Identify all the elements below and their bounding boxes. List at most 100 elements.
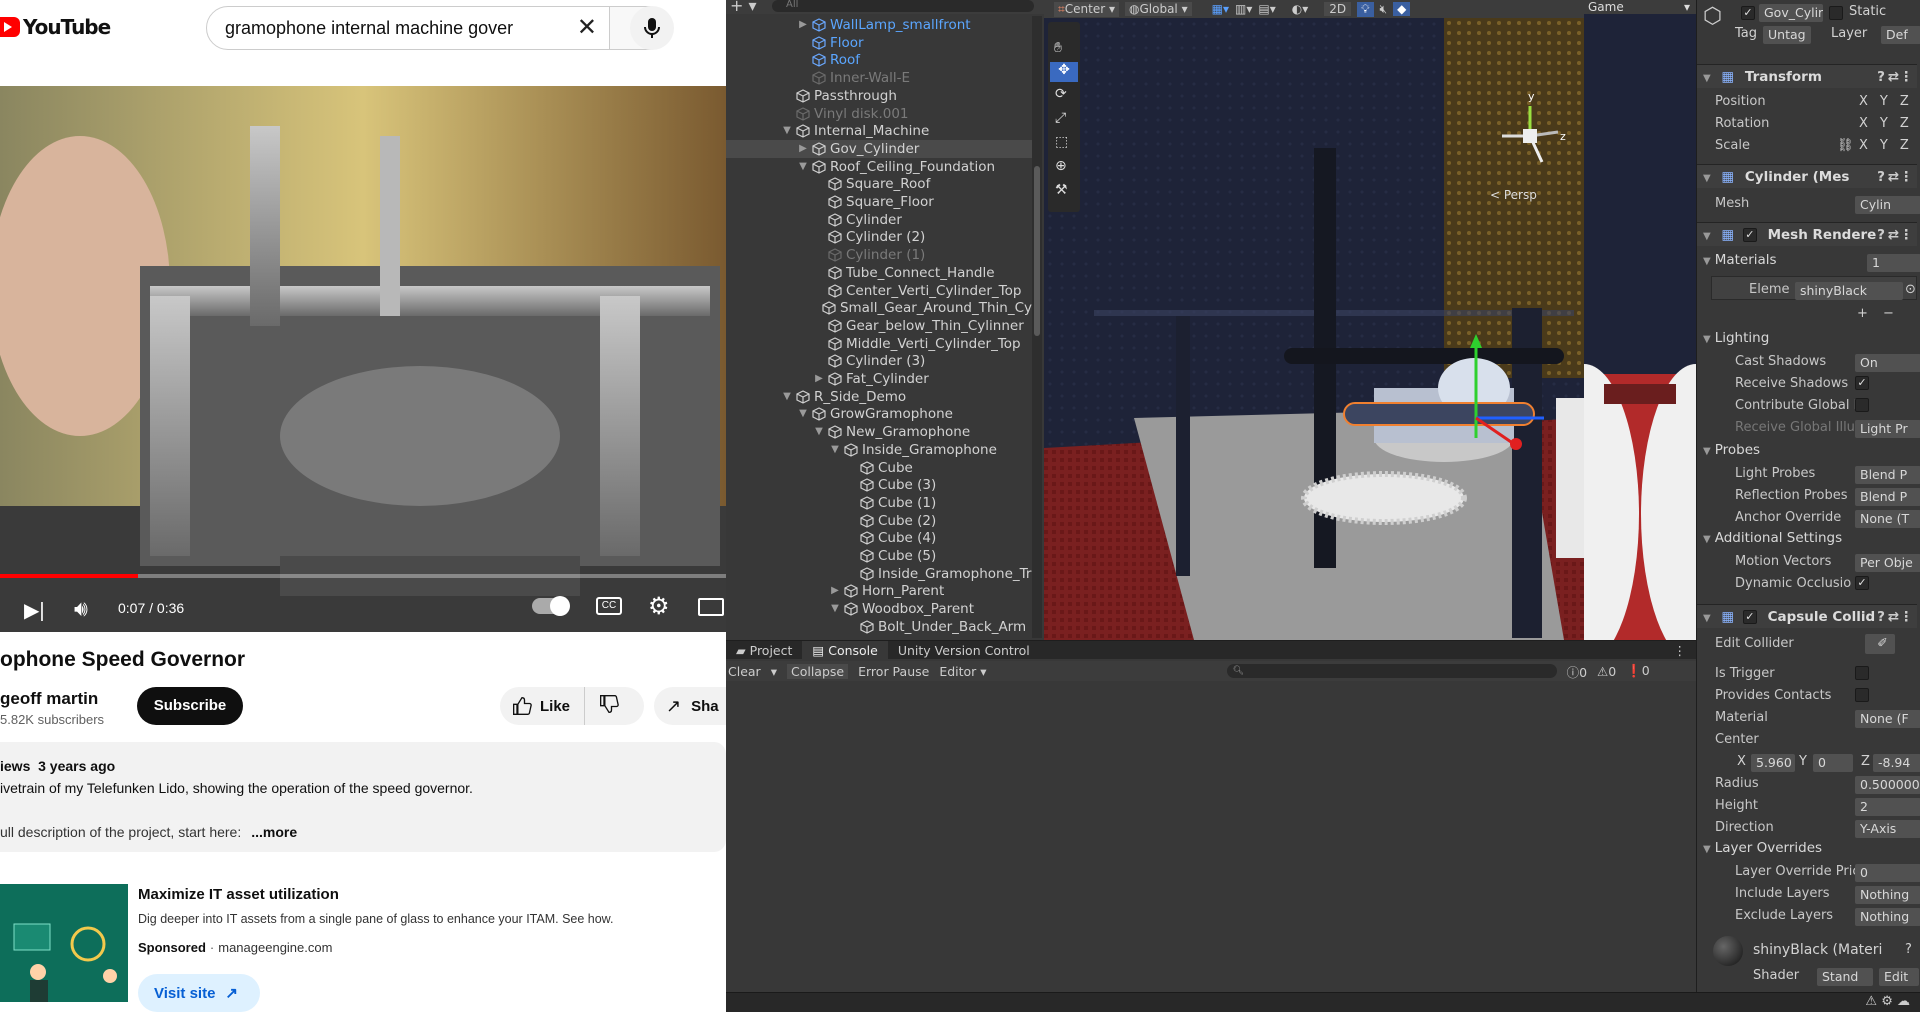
transform-component[interactable]: ▼ ▦ Transform ? ⇄ ⋮ [1697, 64, 1917, 88]
anchor-override-field[interactable]: None (T [1855, 510, 1920, 528]
voice-search-button[interactable] [630, 6, 674, 50]
ad-title[interactable]: Maximize IT asset utilization [138, 886, 339, 903]
materials-count-field[interactable]: 1 [1867, 254, 1920, 272]
component-help-icon[interactable]: ? [1877, 605, 1885, 629]
game-view[interactable]: Game ▾ [1584, 0, 1696, 640]
hand-tool-icon[interactable]: ✋︎ [1054, 40, 1062, 56]
pivot-dropdown[interactable]: ⌗Center ▾ [1054, 1, 1119, 17]
material-preview-title[interactable]: shinyBlack (Materi [1753, 940, 1882, 960]
hierarchy-item[interactable]: Cube [726, 459, 1032, 477]
volume-icon[interactable]: 🔊︎ [74, 596, 88, 622]
share-button[interactable]: ↗ Sha [654, 687, 726, 725]
settings-gear-icon[interactable]: ⚙ [648, 592, 670, 621]
component-menu-icon[interactable]: ⋮ [1900, 65, 1914, 89]
lighting-foldout[interactable]: ▼ Lighting [1703, 330, 1769, 346]
next-button[interactable]: ▶| [24, 598, 45, 623]
radius-field[interactable]: 0.500000 [1855, 776, 1920, 794]
component-menu-icon[interactable]: ⋮ [1900, 605, 1914, 629]
center-x-field[interactable]: 5.960 [1751, 754, 1795, 772]
status-icons[interactable]: ⚠ ⚙ ☁ [1865, 994, 1910, 1009]
hierarchy-item[interactable]: Small_Gear_Around_Thin_Cy [726, 299, 1032, 317]
orientation-gizmo[interactable]: y z < Persp [1490, 90, 1570, 206]
grid-visibility-icon[interactable]: ▤▾ [1258, 2, 1275, 16]
receive-shadows-checkbox[interactable]: ✓ [1855, 376, 1869, 390]
component-menu-icon[interactable]: ⋮ [1900, 165, 1914, 189]
transform-tool-icon[interactable]: ⊕ [1055, 158, 1067, 174]
effects-toggle-icon[interactable]: ◆ [1393, 2, 1411, 16]
component-fold-icon[interactable]: ▼ [1703, 613, 1711, 624]
panel-menu-icon[interactable]: ⋮ [1674, 643, 1687, 658]
component-fold-icon[interactable]: ▼ [1703, 231, 1711, 242]
component-preset-icon[interactable]: ⇄ [1888, 65, 1899, 89]
clear-button[interactable]: Clear [728, 664, 761, 679]
ad-thumbnail[interactable] [0, 884, 128, 1002]
height-field[interactable]: 2 [1855, 798, 1920, 816]
hierarchy-item[interactable]: Cube (2) [726, 512, 1032, 530]
collapse-arrow-icon[interactable]: ▼ [830, 600, 840, 618]
tab-console[interactable]: ▤ Console [802, 641, 888, 659]
scene-view[interactable]: ⌗Center ▾ ◍Global ▾ ▦▾ ▥▾ ▤▾ ◐▾ 2D 💡︎ 🔇︎… [1044, 0, 1584, 640]
dynamic-occlusion-checkbox[interactable]: ✓ [1855, 576, 1869, 590]
layer-overrides-foldout[interactable]: ▼ Layer Overrides [1703, 840, 1822, 856]
hierarchy-item[interactable]: Middle_Verti_Cylinder_Top [726, 335, 1032, 353]
center-z-field[interactable]: -8.94 [1873, 754, 1920, 772]
include-layers-dropdown[interactable]: Nothing [1855, 886, 1920, 904]
tab-version-control[interactable]: Unity Version Control [888, 641, 1040, 659]
collapse-arrow-icon[interactable]: ▼ [798, 405, 808, 423]
ad-visit-site-button[interactable]: Visit site ↗ [138, 974, 260, 1012]
collapse-arrow-icon[interactable]: ▼ [798, 158, 808, 176]
hierarchy-item[interactable]: Square_Roof [726, 175, 1032, 193]
space-dropdown[interactable]: ◍Global ▾ [1125, 2, 1192, 16]
reflection-probes-dropdown[interactable]: Blend P [1855, 488, 1920, 506]
game-tab[interactable]: Game ▾ [1584, 0, 1696, 14]
collapse-arrow-icon[interactable]: ▼ [830, 441, 840, 459]
active-checkbox[interactable]: ✓ [1741, 6, 1755, 20]
miniplayer-icon[interactable] [698, 598, 724, 616]
toggle-2d-button[interactable]: 2D [1324, 2, 1352, 16]
hierarchy-item[interactable]: Bolt_Under_Back_Arm [726, 618, 1032, 636]
hierarchy-item[interactable]: ▼ New_Gramophone [726, 423, 1032, 441]
layer-override-priority-field[interactable]: 0 [1855, 864, 1920, 882]
component-menu-icon[interactable]: ⋮ [1900, 223, 1914, 247]
hierarchy-item[interactable]: Vinyl disk.001 [726, 105, 1032, 123]
channel-name[interactable]: geoff martin [0, 689, 98, 709]
motion-vectors-dropdown[interactable]: Per Obje [1855, 554, 1920, 572]
hierarchy-item[interactable]: Cube (3) [726, 476, 1032, 494]
cast-shadows-dropdown[interactable]: On [1855, 354, 1920, 372]
materials-foldout[interactable]: ▼ Materials [1703, 252, 1777, 268]
hierarchy-item[interactable]: ▶ Fat_Cylinder [726, 370, 1032, 388]
receive-gi-dropdown[interactable]: Light Pr [1855, 420, 1920, 438]
component-help-icon[interactable]: ? [1877, 223, 1885, 247]
collapse-arrow-icon[interactable]: ▼ [782, 122, 792, 140]
layer-dropdown[interactable]: Def [1881, 26, 1920, 44]
projection-label[interactable]: < Persp [1490, 188, 1537, 202]
rotate-tool-icon[interactable]: ⟳ [1055, 86, 1067, 102]
material-help-icon[interactable]: ? [1905, 940, 1912, 960]
hierarchy-item[interactable]: Cylinder (2) [726, 228, 1032, 246]
snap-increment-icon[interactable]: ▥▾ [1235, 2, 1252, 16]
component-enabled-checkbox[interactable]: ✓ [1742, 610, 1757, 624]
video-player[interactable]: ▶| 🔊︎ 0:07 / 0:36 CC ⚙ [0, 86, 726, 632]
tag-dropdown[interactable]: Untag [1763, 26, 1811, 44]
rect-tool-icon[interactable]: ⬚ [1055, 134, 1068, 150]
center-y-field[interactable]: 0 [1813, 754, 1853, 772]
mesh-renderer-component[interactable]: ▼ ▦ ✓ Mesh Rendere ? ⇄ ⋮ [1697, 222, 1917, 246]
expand-arrow-icon[interactable]: ▶ [798, 140, 808, 158]
component-help-icon[interactable]: ? [1877, 165, 1885, 189]
hierarchy-item[interactable]: Cube (5) [726, 547, 1032, 565]
edit-collider-button[interactable]: ✐ [1865, 634, 1895, 654]
hierarchy-item[interactable]: Center_Verti_Cylinder_Top [726, 282, 1032, 300]
component-help-icon[interactable]: ? [1877, 65, 1885, 89]
warning-count[interactable]: ⚠0 [1597, 664, 1616, 679]
move-tool-icon[interactable]: ✥ [1050, 62, 1078, 82]
collider-material-field[interactable]: None (F [1855, 710, 1920, 728]
hierarchy-item[interactable]: Tube_Connect_Handle [726, 264, 1032, 282]
hierarchy-item[interactable]: ▶ WallLamp_smallfront [726, 16, 1032, 34]
grid-snap-icon[interactable]: ▦▾ [1212, 2, 1229, 16]
captions-icon[interactable]: CC [596, 597, 622, 615]
hierarchy-item[interactable]: Cube (1) [726, 494, 1032, 512]
render-mode-icon[interactable]: ◐▾ [1292, 2, 1309, 16]
component-preset-icon[interactable]: ⇄ [1888, 605, 1899, 629]
mesh-filter-component[interactable]: ▼ ▦ Cylinder (Mes ? ⇄ ⋮ [1697, 164, 1917, 188]
show-more-link[interactable]: ...more [251, 824, 297, 840]
